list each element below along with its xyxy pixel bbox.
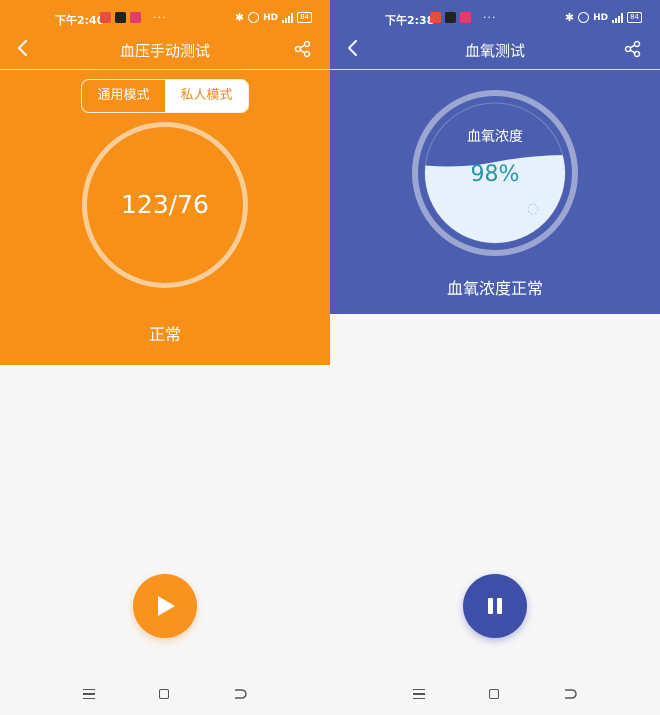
- app-notification-icon: [445, 12, 456, 23]
- app-notification-icon: [460, 12, 471, 23]
- battery-indicator: 84: [297, 12, 312, 23]
- share-icon[interactable]: [624, 40, 642, 58]
- status-time: 下午2:40: [55, 14, 105, 27]
- o2-gauge: 血氧浓度 98%: [412, 90, 578, 256]
- app-header: 血氧测试: [330, 36, 660, 70]
- system-icons: ✱ HD 84: [235, 11, 312, 24]
- status-bar: 下午2:38 ··· ✱ HD 84: [330, 0, 660, 36]
- bp-reading: 123/76: [121, 190, 209, 219]
- page-title: 血压手动测试: [119, 42, 210, 60]
- home-icon[interactable]: [489, 689, 499, 699]
- blood-pressure-screen: 下午2:40 ··· ✱ HD 84 血压手动测试 通用模式 私人模式 123/…: [0, 0, 330, 715]
- network-type: HD: [263, 12, 279, 23]
- menu-icon[interactable]: [413, 689, 425, 699]
- battery-indicator: 84: [627, 12, 642, 23]
- notification-icons: ···: [100, 12, 167, 23]
- play-icon: [158, 596, 175, 616]
- bluetooth-icon: ✱: [234, 11, 245, 24]
- status-bar: 下午2:40 ··· ✱ HD 84: [0, 0, 330, 36]
- system-nav-bar: [330, 680, 660, 710]
- o2-value: 98%: [471, 162, 520, 187]
- more-notifications-icon: ···: [483, 11, 497, 24]
- app-notification-icon: [430, 12, 441, 23]
- header-divider: [0, 69, 330, 70]
- back-icon[interactable]: [233, 688, 247, 700]
- home-icon[interactable]: [159, 689, 169, 699]
- alarm-icon: [578, 12, 590, 23]
- page-title: 血氧测试: [464, 42, 525, 60]
- app-header: 血压手动测试: [0, 36, 330, 70]
- share-icon[interactable]: [294, 40, 312, 58]
- app-notification-icon: [100, 12, 111, 23]
- menu-icon[interactable]: [83, 689, 95, 699]
- status-time: 下午2:38: [385, 14, 435, 27]
- signal-icon: [612, 12, 624, 23]
- o2-gauge-label: 血氧浓度: [467, 129, 523, 145]
- system-nav-bar: [0, 680, 330, 710]
- blood-oxygen-screen: 下午2:38 ··· ✱ HD 84 血氧测试 血氧浓度 98% 血氧浓度正常: [330, 0, 660, 715]
- phone-screens: 下午2:40 ··· ✱ HD 84 血压手动测试 通用模式 私人模式 123/…: [0, 0, 660, 715]
- mode-general-tab[interactable]: 通用模式: [82, 80, 165, 112]
- pause-button[interactable]: [463, 574, 527, 638]
- mode-switch: 通用模式 私人模式: [81, 79, 249, 113]
- app-notification-icon: [115, 12, 126, 23]
- signal-icon: [282, 12, 294, 23]
- notification-icons: ···: [430, 12, 497, 23]
- bp-result: 正常: [148, 325, 181, 344]
- header-divider: [330, 69, 660, 70]
- o2-result: 血氧浓度正常: [446, 279, 543, 298]
- start-button[interactable]: [133, 574, 197, 638]
- back-icon[interactable]: [563, 688, 577, 700]
- bluetooth-icon: ✱: [564, 11, 575, 24]
- alarm-icon: [248, 12, 260, 23]
- network-type: HD: [593, 12, 609, 23]
- app-notification-icon: [130, 12, 141, 23]
- more-notifications-icon: ···: [153, 11, 167, 24]
- mode-private-tab[interactable]: 私人模式: [165, 80, 248, 112]
- pause-icon: [488, 598, 502, 614]
- system-icons: ✱ HD 84: [565, 11, 642, 24]
